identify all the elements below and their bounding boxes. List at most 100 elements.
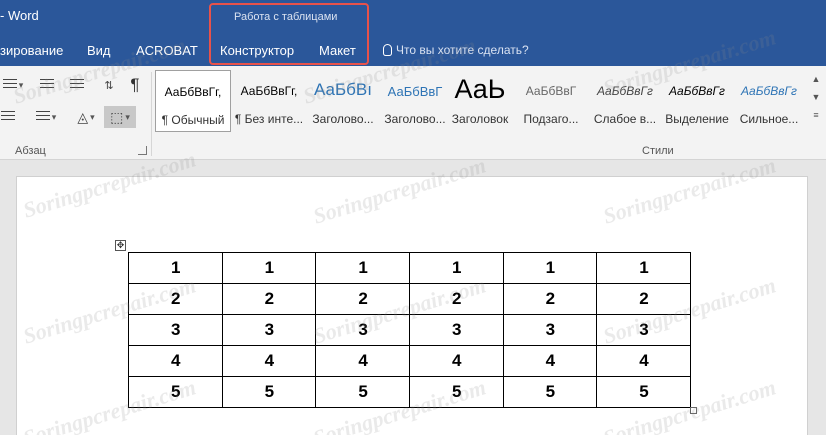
sort-icon: ⇅: [104, 79, 114, 92]
decrease-indent-button[interactable]: [34, 74, 60, 96]
table-cell[interactable]: 5: [596, 376, 691, 408]
document-table[interactable]: 111111222222333333444444555555: [128, 252, 691, 408]
table-cell[interactable]: 1: [128, 252, 223, 284]
style-name: Сильное...: [739, 112, 799, 126]
table-cell[interactable]: 3: [315, 314, 410, 346]
sort-button[interactable]: ⇅: [98, 74, 120, 96]
table-cell[interactable]: 5: [128, 376, 223, 408]
table-cell[interactable]: 4: [502, 345, 598, 377]
lightbulb-icon: [383, 44, 392, 56]
styles-gallery: АаБбВвГг, ¶ Обычный АаБбВвГг, ¶ Без инте…: [155, 70, 805, 136]
table-cell[interactable]: 4: [408, 345, 504, 377]
style-sample: АаБбВвГг: [669, 84, 725, 98]
table-cell[interactable]: 2: [315, 283, 410, 315]
table-row: 222222: [128, 283, 691, 315]
table-cell[interactable]: 4: [315, 345, 410, 377]
style-name: ¶ Без инте...: [234, 112, 304, 126]
chevron-down-icon: ▾: [18, 79, 24, 90]
borders-icon: ⬚: [110, 108, 124, 125]
gallery-scroll: ▲ ▼ ≡: [808, 74, 824, 130]
chevron-up-icon[interactable]: ▲: [808, 74, 824, 92]
pilcrow-icon: ¶: [130, 75, 140, 94]
line-spacing-button[interactable]: ▾: [30, 106, 62, 128]
table-cell[interactable]: 3: [221, 314, 317, 346]
tab-view[interactable]: Вид: [87, 43, 111, 58]
table-cell[interactable]: 4: [596, 345, 691, 377]
style-emphasis[interactable]: АаБбВвГг Выделение: [659, 70, 735, 132]
increase-indent-icon: [70, 79, 84, 91]
table-cell[interactable]: 5: [315, 376, 410, 408]
ribbon: ▾ ⇅ ¶ ▾ ◬ ▾ ⬚ ▾ Абзац АаБбВвГг, ¶ Обычный …: [0, 66, 826, 160]
style-name: Выделение: [665, 112, 729, 126]
tell-me-text: Что вы хотите сделать?: [396, 43, 529, 57]
table-cell[interactable]: 1: [596, 252, 691, 284]
paragraph-dialog-launcher[interactable]: [138, 146, 147, 155]
table-cell[interactable]: 2: [596, 283, 691, 315]
tab-layout[interactable]: Макет: [319, 43, 356, 58]
style-name: Заголовок: [451, 112, 509, 126]
decrease-indent-icon: [40, 79, 54, 91]
table-cell[interactable]: 1: [315, 252, 410, 284]
table-row: 111111: [128, 252, 691, 284]
styles-group-label: Стили: [642, 145, 674, 157]
list-icon: [2, 79, 17, 91]
group-divider: [151, 72, 152, 156]
style-sample: АаБбВвГг,: [164, 85, 222, 99]
style-sample: АаБбВı: [314, 80, 372, 99]
tell-me-box[interactable]: Что вы хотите сделать?: [383, 43, 529, 57]
more-icon[interactable]: ≡: [808, 110, 824, 128]
line-spacing-icon: [35, 111, 50, 123]
tab-design[interactable]: Конструктор: [220, 43, 294, 58]
borders-button[interactable]: ⬚ ▾: [104, 106, 136, 128]
style-title[interactable]: АаЬ Заголовок: [442, 70, 518, 132]
style-name: Заголово...: [312, 112, 374, 126]
table-cell[interactable]: 2: [221, 283, 317, 315]
app-title: - Word: [0, 8, 39, 23]
style-intense-emphasis[interactable]: АаБбВвГг Сильное...: [731, 70, 807, 132]
style-sample: АаБбВвГ: [525, 84, 577, 98]
chevron-down-icon: ▾: [125, 111, 130, 122]
table-cell[interactable]: 5: [221, 376, 317, 408]
multilevel-list-button[interactable]: ▾: [0, 74, 26, 96]
table-tools-title: Работа с таблицами: [234, 11, 338, 23]
table-row: 555555: [128, 376, 691, 408]
justify-button[interactable]: [0, 106, 16, 128]
table-cell[interactable]: 3: [596, 314, 691, 346]
table-cell[interactable]: 3: [128, 314, 223, 346]
justify-icon: [1, 111, 15, 123]
paint-bucket-icon: ◬: [77, 108, 89, 125]
increase-indent-button[interactable]: [64, 74, 90, 96]
style-no-spacing[interactable]: АаБбВвГг, ¶ Без инте...: [231, 70, 307, 132]
table-cell[interactable]: 5: [408, 376, 504, 408]
style-sample: АаЬ: [454, 74, 506, 104]
style-subtle-emphasis[interactable]: АаБбВвГг Слабое в...: [587, 70, 663, 132]
table-cell[interactable]: 3: [408, 314, 504, 346]
table-move-handle[interactable]: ✥: [115, 240, 126, 251]
paragraph-group-label: Абзац: [15, 145, 46, 157]
style-heading-1[interactable]: АаБбВı Заголово...: [305, 70, 381, 132]
table-cell[interactable]: 4: [128, 345, 223, 377]
show-marks-button[interactable]: ¶: [124, 74, 146, 96]
chevron-down-icon[interactable]: ▼: [808, 92, 824, 110]
style-subtitle[interactable]: АаБбВвГ Подзаго...: [513, 70, 589, 132]
table-cell[interactable]: 3: [502, 314, 598, 346]
chevron-down-icon: ▾: [90, 111, 95, 122]
tab-review[interactable]: зирование: [0, 43, 63, 58]
style-name: Подзаго...: [523, 112, 579, 126]
table-cell[interactable]: 5: [502, 376, 598, 408]
tab-acrobat[interactable]: ACROBAT: [136, 43, 198, 58]
style-name: ¶ Обычный: [161, 113, 225, 127]
style-normal[interactable]: АаБбВвГг, ¶ Обычный: [155, 70, 231, 132]
table-cell[interactable]: 1: [221, 252, 317, 284]
style-sample: АаБбВвГг,: [240, 84, 298, 98]
table-cell[interactable]: 2: [128, 283, 223, 315]
table-cell[interactable]: 4: [221, 345, 317, 377]
shading-button[interactable]: ◬ ▾: [70, 106, 102, 128]
table-cell[interactable]: 1: [408, 252, 504, 284]
table-cell[interactable]: 2: [408, 283, 504, 315]
table-row: 444444: [128, 345, 691, 377]
table-row: 333333: [128, 314, 691, 346]
table-cell[interactable]: 1: [502, 252, 598, 284]
table-cell[interactable]: 2: [502, 283, 598, 315]
table-resize-handle[interactable]: [690, 407, 697, 414]
